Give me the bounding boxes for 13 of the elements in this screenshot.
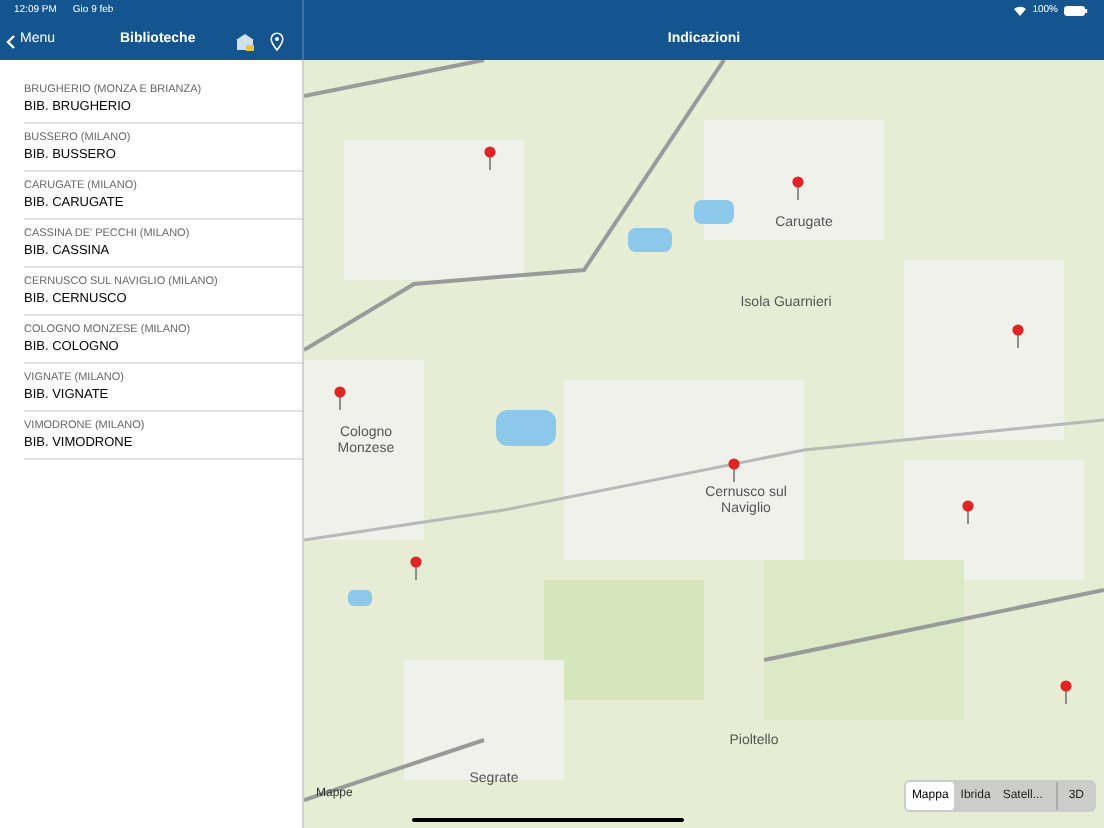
map-pin-icon[interactable] bbox=[728, 458, 740, 482]
map-pin-icon[interactable] bbox=[1012, 324, 1024, 348]
location-pin-icon[interactable] bbox=[270, 31, 284, 51]
map-pin-icon[interactable] bbox=[962, 500, 974, 524]
library-icon[interactable] bbox=[234, 31, 256, 51]
wifi-icon bbox=[1014, 6, 1027, 16]
map-pin-icon[interactable] bbox=[334, 386, 346, 410]
map-pin-icon[interactable] bbox=[484, 146, 496, 170]
battery-icon bbox=[1064, 6, 1088, 16]
map-pin-icon[interactable] bbox=[410, 556, 422, 580]
chevron-left-icon bbox=[6, 33, 16, 49]
map-pin-icon[interactable] bbox=[1060, 680, 1072, 704]
map-pin-icon[interactable] bbox=[792, 176, 804, 200]
